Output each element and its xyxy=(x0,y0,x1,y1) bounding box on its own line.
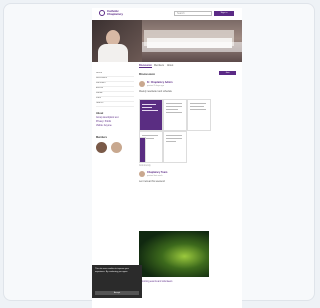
avatar xyxy=(139,81,145,87)
robe xyxy=(98,44,128,62)
post-meta: posted last week xyxy=(147,174,163,177)
post-text: Lent retreat this weekend xyxy=(139,181,165,183)
cookie-accept-button[interactable]: Accept xyxy=(95,291,139,295)
hero-band xyxy=(142,42,242,52)
members-heading: Members xyxy=(96,136,107,139)
web-page: Catholic Chaplaincy Search Sign in Discu… xyxy=(92,8,242,308)
top-bar: Catholic Chaplaincy Search Sign in xyxy=(92,8,242,20)
sidebar-item-search[interactable]: Search xyxy=(96,102,134,107)
page-spine xyxy=(139,137,146,163)
tab-members[interactable]: Members xyxy=(154,64,164,67)
avatar xyxy=(139,171,145,177)
logo-icon xyxy=(99,10,105,16)
tab-about[interactable]: About xyxy=(167,64,173,67)
sign-in-button[interactable]: Sign in xyxy=(214,11,234,16)
logo[interactable]: Catholic Chaplaincy xyxy=(107,9,124,17)
about-line: Group description text xyxy=(96,117,119,119)
logo-line-2: Chaplaincy xyxy=(107,12,124,17)
priest-photo xyxy=(92,20,142,62)
newsletter-page[interactable] xyxy=(163,99,187,131)
section-label: Discussion xyxy=(139,72,156,76)
newsletter-page[interactable] xyxy=(187,99,211,131)
post-text: Weekly newsletter and schedule xyxy=(139,91,172,93)
post-divider-label: Community xyxy=(139,165,151,167)
hero-banner xyxy=(92,20,242,62)
about-line: Visible: Anyone xyxy=(96,125,112,127)
post-photo[interactable] xyxy=(139,231,209,277)
cookie-banner: This site uses cookies to improve your e… xyxy=(92,265,142,298)
search-input[interactable]: Search xyxy=(174,11,212,16)
post-meta: posted 2 days ago xyxy=(147,84,164,87)
about-line: Privacy: Public xyxy=(96,121,112,123)
tab-discussion[interactable]: Discussion xyxy=(139,64,152,68)
cookie-text: This site uses cookies to improve your e… xyxy=(95,268,129,273)
newsletter-page[interactable] xyxy=(139,99,163,131)
avatar[interactable] xyxy=(96,142,107,153)
join-button[interactable]: Join xyxy=(219,71,236,75)
avatar[interactable] xyxy=(111,142,122,153)
post-text: Upcoming events and volunteers xyxy=(139,281,173,283)
about-heading: About xyxy=(96,112,104,115)
newsletter-page[interactable] xyxy=(163,131,187,163)
